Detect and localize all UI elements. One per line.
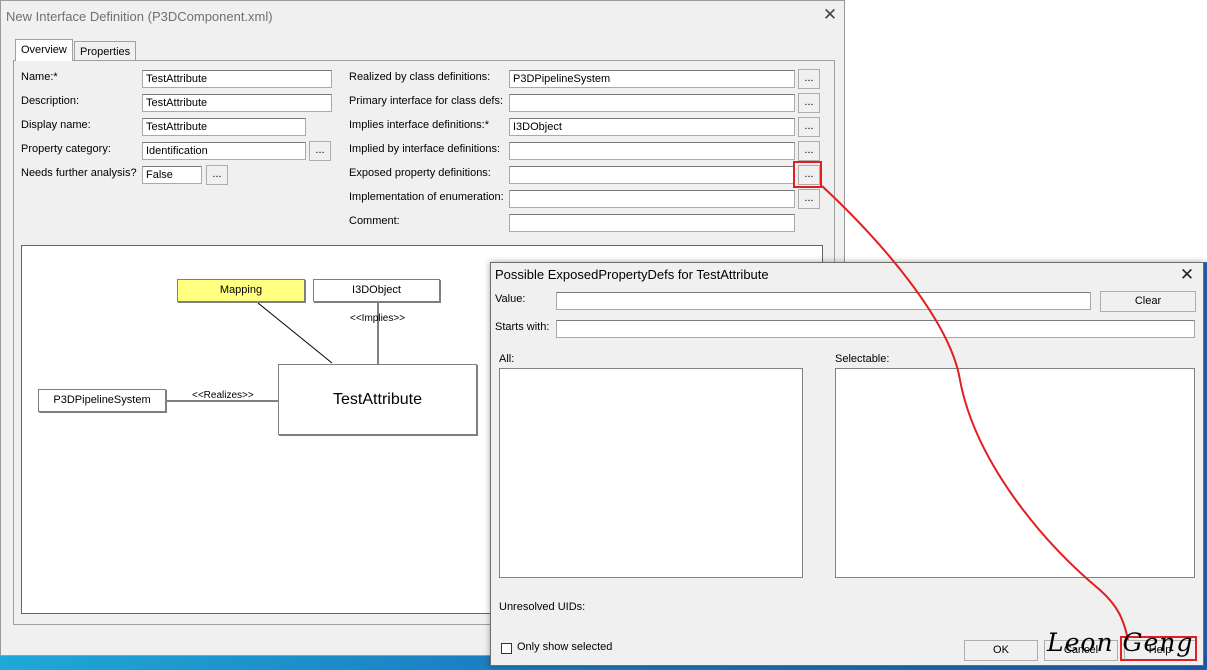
implied-by-field[interactable] — [509, 142, 795, 160]
starts-with-label: Starts with: — [495, 321, 550, 333]
property-category-field[interactable]: Identification — [142, 142, 306, 160]
clear-button[interactable]: Clear — [1100, 291, 1196, 312]
primary-interface-label: Primary interface for class defs: — [349, 95, 504, 107]
display-name-label: Display name: — [21, 119, 91, 131]
only-show-selected-checkbox[interactable] — [501, 643, 512, 654]
tab-overview[interactable]: Overview — [15, 39, 73, 61]
needs-analysis-field[interactable]: False — [142, 166, 202, 184]
dialog-close-icon[interactable]: ✕ — [1177, 265, 1197, 285]
annotation-highlight-exposed-browse — [793, 161, 822, 188]
ok-button[interactable]: OK — [964, 640, 1038, 661]
desktop-background — [845, 0, 1207, 262]
enumeration-label: Implementation of enumeration: — [349, 191, 504, 203]
needs-analysis-label: Needs further analysis? — [21, 167, 137, 179]
value-input[interactable] — [556, 292, 1091, 310]
realizes-connector-label: <<Realizes>> — [192, 390, 254, 401]
selectable-list-label: Selectable: — [835, 353, 890, 365]
needs-analysis-browse-button[interactable]: ... — [206, 165, 228, 185]
p3dpipelinesystem-node[interactable]: P3DPipelineSystem — [38, 389, 166, 412]
selectable-list[interactable] — [835, 368, 1195, 578]
mapping-connector — [257, 302, 333, 364]
window-close-icon[interactable]: ✕ — [820, 5, 840, 25]
exposed-property-defs-dialog: Possible ExposedPropertyDefs for TestAtt… — [490, 262, 1204, 666]
realized-by-label: Realized by class definitions: — [349, 71, 491, 83]
implies-label: Implies interface definitions:* — [349, 119, 490, 131]
tab-properties[interactable]: Properties — [74, 41, 137, 61]
signature-watermark: Leon Geng — [1047, 628, 1194, 657]
testattribute-node[interactable]: TestAttribute — [278, 364, 477, 435]
implies-connector-label: <<Implies>> — [350, 313, 406, 324]
dialog-title: Possible ExposedPropertyDefs for TestAtt… — [495, 267, 769, 282]
only-show-selected-label: Only show selected — [517, 641, 613, 653]
all-list-label: All: — [499, 353, 515, 365]
enumeration-field[interactable] — [509, 190, 795, 208]
name-label: Name:* — [21, 71, 58, 83]
description-field[interactable]: TestAttribute — [142, 94, 332, 112]
implies-field[interactable]: I3DObject — [509, 118, 795, 136]
name-field[interactable]: TestAttribute — [142, 70, 332, 88]
implied-by-label: Implied by interface definitions: — [349, 143, 501, 155]
exposed-property-field[interactable] — [509, 166, 795, 184]
exposed-property-label: Exposed property definitions: — [349, 167, 491, 179]
mapping-node[interactable]: Mapping — [177, 279, 305, 302]
starts-with-input[interactable] — [556, 320, 1195, 338]
primary-interface-field[interactable] — [509, 94, 795, 112]
value-label: Value: — [495, 293, 526, 305]
description-label: Description: — [21, 95, 80, 107]
comment-field[interactable] — [509, 214, 795, 232]
display-name-field[interactable]: TestAttribute — [142, 118, 306, 136]
unresolved-uids-label: Unresolved UIDs: — [499, 601, 586, 613]
realized-by-browse-button[interactable]: ... — [798, 69, 820, 89]
window-title: New Interface Definition (P3DComponent.x… — [6, 9, 273, 24]
realized-by-field[interactable]: P3DPipelineSystem — [509, 70, 795, 88]
implied-by-browse-button[interactable]: ... — [798, 141, 820, 161]
implies-browse-button[interactable]: ... — [798, 117, 820, 137]
all-list[interactable] — [499, 368, 803, 578]
property-category-browse-button[interactable]: ... — [309, 141, 331, 161]
primary-interface-browse-button[interactable]: ... — [798, 93, 820, 113]
i3dobject-node[interactable]: I3DObject — [313, 279, 440, 302]
comment-label: Comment: — [349, 215, 400, 227]
property-category-label: Property category: — [21, 143, 111, 155]
enumeration-browse-button[interactable]: ... — [798, 189, 820, 209]
